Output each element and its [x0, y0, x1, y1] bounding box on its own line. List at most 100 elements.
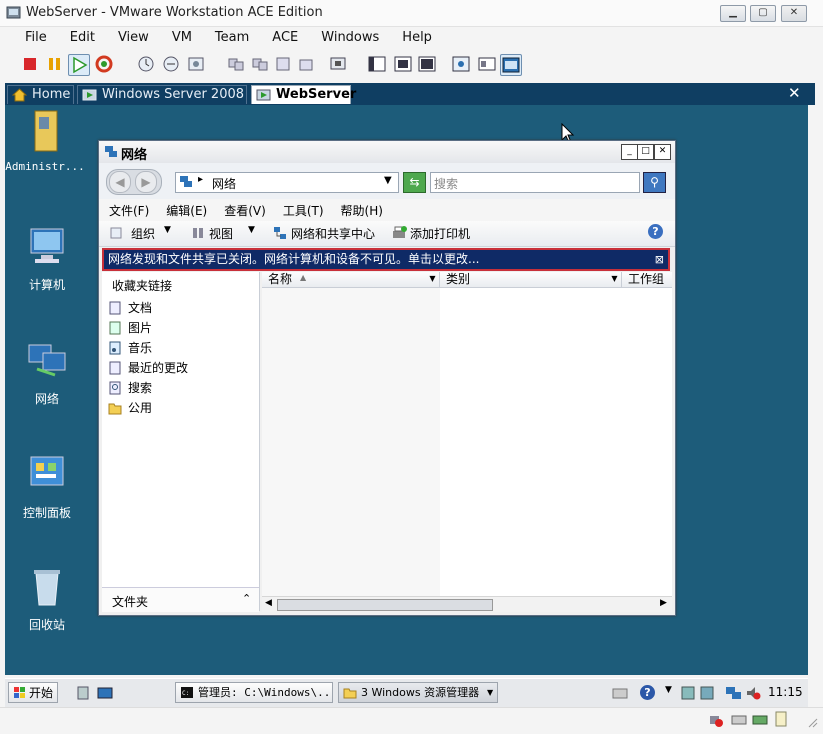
- volume-muted-icon[interactable]: [745, 685, 761, 701]
- scroll-thumb[interactable]: [277, 599, 493, 611]
- address-dropdown-icon[interactable]: ▼: [384, 175, 392, 186]
- menu-windows[interactable]: Windows: [306, 27, 387, 45]
- team-tool-1-icon[interactable]: [226, 54, 246, 74]
- menu-team[interactable]: Team: [200, 27, 257, 45]
- network-adapter-icon[interactable]: [708, 712, 724, 728]
- menu-ace[interactable]: ACE: [257, 27, 306, 45]
- toolbar: [10, 51, 530, 79]
- close-button[interactable]: ✕: [781, 5, 807, 22]
- team-tool-4-icon[interactable]: [296, 54, 316, 74]
- forward-button[interactable]: ▶: [135, 171, 157, 193]
- scroll-left-icon[interactable]: ◀: [265, 598, 272, 608]
- minimize-button[interactable]: ▁: [720, 5, 746, 22]
- console-view-icon[interactable]: [451, 54, 471, 74]
- help-icon[interactable]: ?: [640, 685, 655, 700]
- message-log-icon[interactable]: [773, 711, 789, 729]
- menu-edit[interactable]: 编辑(E): [166, 199, 207, 219]
- menu-help[interactable]: Help: [387, 27, 440, 45]
- guest-taskbar: 开始 C: 管理员: C:\Windows\... 3 Windows 资源管理…: [5, 678, 808, 707]
- show-desktop-icon[interactable]: [97, 685, 113, 701]
- capture-icon[interactable]: [328, 54, 348, 74]
- network-icon: [180, 176, 192, 187]
- horizontal-scrollbar[interactable]: ◀ ▶: [262, 596, 672, 612]
- menu-tools[interactable]: 工具(T): [283, 199, 324, 219]
- status-bar: [0, 707, 823, 734]
- power-on-button[interactable]: [68, 54, 90, 76]
- help-icon[interactable]: ?: [648, 224, 663, 239]
- column-dropdown-icon[interactable]: ▼: [427, 273, 438, 285]
- refresh-button[interactable]: ⇆: [403, 172, 426, 193]
- menu-edit[interactable]: Edit: [55, 27, 103, 45]
- desktop-icon-administrator[interactable]: Administr...: [5, 109, 85, 173]
- suspend-button[interactable]: [45, 54, 65, 74]
- searches-icon: [109, 381, 121, 395]
- menu-view[interactable]: View: [103, 27, 157, 45]
- explorer-minimize-button[interactable]: _: [621, 144, 638, 160]
- explorer-menu-bar: 文件(F) 编辑(E) 查看(V) 工具(T) 帮助(H): [99, 199, 675, 221]
- navigation-pane: 收藏夹链接 文档 图片 音乐 最近的更改 搜索 公用 文件夹 ⌃: [102, 272, 260, 612]
- network-status-icon[interactable]: [725, 684, 743, 702]
- search-button[interactable]: ⚲: [643, 172, 666, 193]
- folders-label: 文件夹: [112, 595, 149, 609]
- address-field[interactable]: ▸ 网络 ▼: [175, 172, 399, 193]
- task-cmd-window[interactable]: C: 管理员: C:\Windows\...: [175, 682, 333, 703]
- snapshot-icon[interactable]: [136, 54, 156, 74]
- close-infobar-icon[interactable]: ⊠: [655, 250, 664, 269]
- snapshot-manager-icon[interactable]: [186, 54, 206, 74]
- nav-item-music[interactable]: 音乐: [108, 339, 152, 357]
- nav-item-searches[interactable]: 搜索: [108, 379, 152, 397]
- column-name[interactable]: 名称 ▲ ▼: [262, 272, 440, 287]
- documents-icon: [109, 301, 121, 315]
- menu-file[interactable]: 文件(F): [109, 199, 149, 219]
- tray-app-icon[interactable]: [680, 685, 696, 701]
- desktop-icon-control-panel[interactable]: 控制面板: [7, 453, 87, 521]
- desktop-icon-recycle-bin[interactable]: 回收站: [7, 565, 87, 633]
- back-button[interactable]: ◀: [109, 171, 131, 193]
- chevron-down-icon[interactable]: ▼: [665, 685, 672, 695]
- nav-item-recently-changed[interactable]: 最近的更改: [108, 359, 188, 377]
- nav-item-documents[interactable]: 文档: [108, 299, 152, 317]
- desktop-icon-computer[interactable]: 计算机: [7, 225, 87, 293]
- search-placeholder: 搜索: [434, 177, 459, 191]
- team-tool-2-icon[interactable]: [250, 54, 270, 74]
- revert-snapshot-icon[interactable]: [161, 54, 181, 74]
- server-manager-icon[interactable]: [75, 685, 91, 701]
- task-explorer-group[interactable]: 3 Windows 资源管理器 ▼: [338, 682, 498, 703]
- tab-home[interactable]: Home: [7, 85, 74, 104]
- tab-webserver[interactable]: WebServer: [251, 85, 356, 104]
- desktop-icon-network[interactable]: 网络: [7, 339, 87, 407]
- menu-vm[interactable]: VM: [157, 27, 200, 45]
- nav-item-public[interactable]: 公用: [108, 399, 152, 417]
- column-workgroup[interactable]: 工作组: [622, 272, 672, 287]
- close-tab-button[interactable]: ✕: [788, 84, 801, 102]
- scroll-right-icon[interactable]: ▶: [660, 598, 667, 608]
- menu-file[interactable]: File: [10, 27, 55, 45]
- cdrom-icon[interactable]: [731, 714, 747, 726]
- address-text: 网络: [212, 177, 237, 191]
- search-input[interactable]: 搜索: [430, 172, 640, 193]
- tab-windows-server-2008[interactable]: Windows Server 2008: [77, 85, 247, 104]
- nav-item-pictures[interactable]: 图片: [108, 319, 152, 337]
- folders-toggle[interactable]: 文件夹 ⌃: [102, 587, 259, 612]
- column-dropdown-icon[interactable]: ▼: [609, 273, 620, 285]
- column-category[interactable]: 类别 ▼: [440, 272, 622, 287]
- explorer-maximize-button[interactable]: □: [637, 144, 654, 160]
- appliance-view-icon[interactable]: [500, 54, 522, 76]
- hard-disk-icon[interactable]: [752, 713, 768, 727]
- info-bar[interactable]: 网络发现和文件共享已关闭。网络计算机和设备不可见。单击以更改... ⊠: [102, 248, 670, 271]
- fullscreen-icon[interactable]: [417, 54, 437, 74]
- menu-help[interactable]: 帮助(H): [341, 199, 383, 219]
- explorer-close-button[interactable]: ✕: [654, 144, 671, 160]
- desktop-icon-label: 控制面板: [22, 506, 71, 520]
- quick-switch-icon[interactable]: [393, 54, 413, 74]
- menu-view[interactable]: 查看(V): [224, 199, 266, 219]
- maximize-button[interactable]: ▢: [750, 5, 776, 22]
- start-button[interactable]: 开始: [8, 682, 58, 703]
- power-off-button[interactable]: [20, 54, 40, 74]
- tray-app-icon[interactable]: [699, 685, 715, 701]
- summary-view-icon[interactable]: [477, 54, 497, 74]
- team-tool-3-icon[interactable]: [273, 54, 293, 74]
- reset-button[interactable]: [94, 54, 114, 74]
- keyboard-icon[interactable]: [612, 686, 628, 700]
- show-sidebar-icon[interactable]: [367, 54, 387, 74]
